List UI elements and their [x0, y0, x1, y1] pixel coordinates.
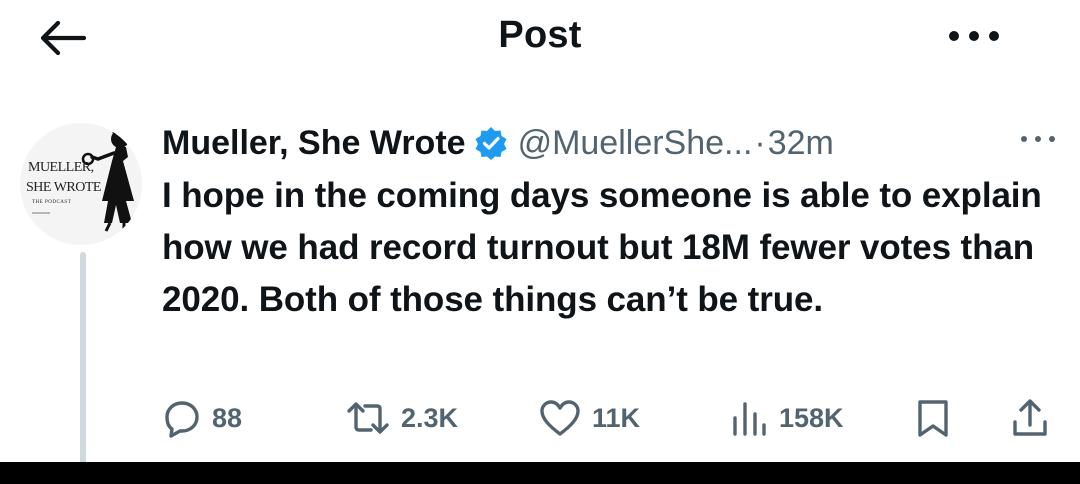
avatar-logo-line-1: MUELLER,	[28, 160, 94, 175]
reply-count: 88	[212, 402, 243, 433]
reply-button[interactable]: 88	[162, 398, 242, 438]
page-title: Post	[498, 14, 582, 56]
avatar-logo-line-2: SHE WROTE	[26, 180, 101, 195]
analytics-icon	[733, 402, 766, 436]
repost-icon	[347, 402, 389, 434]
more-horizontal-icon	[949, 31, 999, 41]
thread-connector-line	[80, 252, 86, 464]
like-count: 11K	[592, 402, 641, 433]
verified-badge-icon	[475, 127, 507, 160]
share-button[interactable]	[1010, 398, 1050, 438]
repost-button[interactable]: 2.3K	[345, 398, 458, 438]
repost-count: 2.3K	[401, 402, 459, 433]
post-body-text: I hope in the coming days someone is abl…	[162, 176, 1042, 319]
bookmark-button[interactable]	[916, 398, 950, 438]
top-nav-bar: Post	[0, 0, 1080, 80]
heart-icon	[540, 400, 580, 436]
like-button[interactable]: 11K	[538, 398, 640, 438]
more-horizontal-icon	[1021, 136, 1055, 142]
post-more-button[interactable]	[1018, 132, 1058, 146]
avatar-logo-line-3: THE PODCAST	[32, 200, 72, 205]
more-options-button[interactable]	[946, 26, 1002, 46]
share-icon	[1013, 399, 1047, 436]
reply-icon	[165, 401, 199, 438]
author-display-name[interactable]: Mueller, She Wrote	[162, 118, 466, 168]
post-author-row: Mueller, She Wrote @MuellerShe... · 32m	[162, 118, 834, 168]
author-handle[interactable]: @MuellerShe...	[518, 118, 753, 168]
post-timestamp[interactable]: 32m	[768, 118, 834, 168]
bookmark-icon	[918, 400, 948, 437]
avatar[interactable]: MUELLER, SHE WROTE THE PODCAST	[20, 123, 142, 245]
meta-separator: ·	[754, 124, 766, 162]
system-bottom-bar	[0, 462, 1080, 484]
views-button[interactable]: 158K	[729, 398, 844, 438]
views-count: 158K	[779, 402, 844, 433]
